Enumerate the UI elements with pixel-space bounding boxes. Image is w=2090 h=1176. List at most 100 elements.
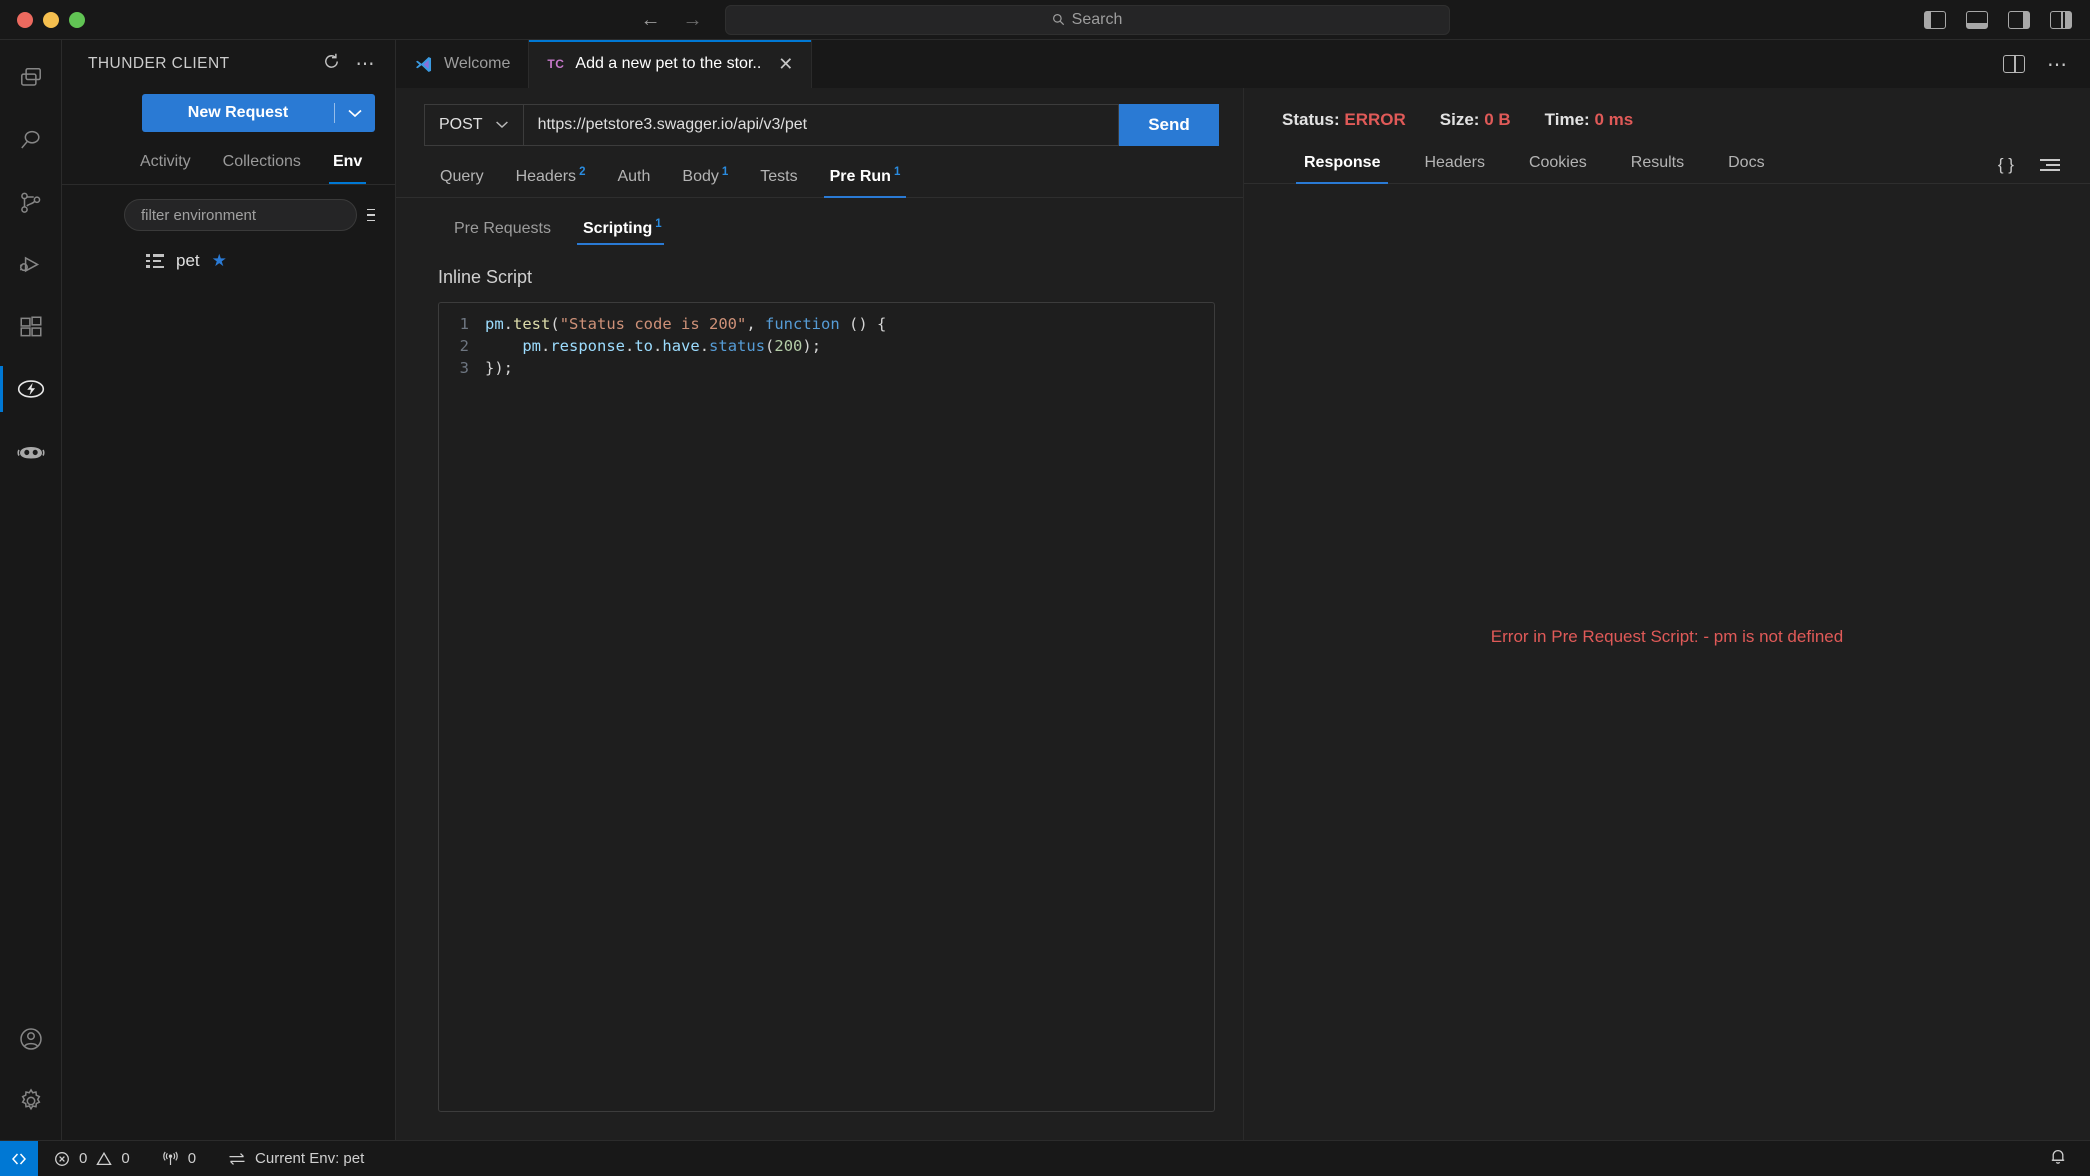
response-tab-docs[interactable]: Docs [1706, 146, 1786, 183]
request-pane: POST Send Query [396, 88, 1244, 1140]
url-input[interactable] [522, 104, 1119, 146]
environment-icon [146, 254, 164, 268]
toggle-panel-icon[interactable] [1966, 10, 1988, 29]
filter-environment-input[interactable] [124, 199, 357, 231]
activity-item-accounts[interactable] [0, 1008, 62, 1070]
problems-status[interactable]: 0 0 [38, 1150, 146, 1167]
arrow-swap-icon [229, 1152, 245, 1165]
window-controls[interactable] [0, 11, 85, 28]
inline-script-editor[interactable]: 1 pm.test("Status code is 200", function… [438, 302, 1215, 1112]
activity-item-extensions[interactable] [0, 296, 62, 358]
close-icon[interactable]: ✕ [778, 54, 793, 75]
new-request-button[interactable]: New Request [142, 94, 375, 132]
ports-status[interactable]: 0 [146, 1150, 212, 1167]
http-method-select[interactable]: POST [424, 104, 523, 146]
env-menu-icon[interactable] [367, 208, 375, 222]
pre-run-subtabs: Pre Requests Scripting 1 [396, 198, 1243, 245]
request-tab-tests[interactable]: Tests [744, 160, 813, 197]
sidebar-tab-collections[interactable]: Collections [207, 144, 317, 184]
activity-item-thunder-client[interactable] [0, 358, 62, 420]
time-group: Time: 0 ms [1545, 110, 1634, 130]
activity-item-explorer[interactable] [0, 48, 62, 110]
format-json-icon[interactable]: { } [1998, 155, 2014, 175]
error-circle-icon [55, 1151, 69, 1166]
response-tab-headers[interactable]: Headers [1402, 146, 1506, 183]
activity-item-source-control[interactable] [0, 172, 62, 234]
current-env-status[interactable]: Current Env: pet [212, 1150, 380, 1167]
request-tab-badge: 2 [579, 166, 586, 178]
sidebar-tabs: Activity Collections Env [62, 144, 395, 185]
code-line: 2 pm.response.to.have.status(200); [439, 335, 1214, 357]
response-tab-response[interactable]: Response [1282, 146, 1402, 185]
activity-item-run-and-debug[interactable] [0, 234, 62, 296]
response-pane: Status: ERROR Size: 0 B Time: 0 ms Respo… [1244, 88, 2090, 1140]
toggle-secondary-sidebar-icon[interactable] [2008, 10, 2030, 29]
editor-tab-add-a-new-pet[interactable]: TC Add a new pet to the stor.. ✕ [529, 40, 813, 88]
request-tab-query[interactable]: Query [424, 160, 500, 197]
new-request-label: New Request [187, 104, 289, 121]
send-button[interactable]: Send [1119, 104, 1219, 146]
editor-tab-welcome[interactable]: Welcome [396, 40, 530, 88]
code-line-text: pm.test("Status code is 200", function (… [485, 315, 887, 333]
more-actions-icon[interactable]: ⋯ [2047, 52, 2068, 77]
chevron-down-icon[interactable] [335, 106, 375, 121]
activity-item-copilot[interactable] [0, 420, 62, 482]
warnings-count: 0 [121, 1150, 130, 1167]
files-icon [20, 67, 41, 86]
thunder-bolt-icon [17, 380, 44, 398]
remote-window-button[interactable] [0, 1140, 38, 1176]
sidebar-tab-env[interactable]: Env [317, 144, 378, 184]
code-line: 1 pm.test("Status code is 200", function… [439, 313, 1214, 335]
size-value: 0 B [1484, 110, 1511, 129]
new-request-wrapper: New Request [62, 88, 395, 144]
search-icon [20, 130, 40, 149]
minimize-window-button[interactable] [43, 11, 59, 28]
activity-bar [0, 40, 62, 1140]
subtab-scripting[interactable]: Scripting 1 [567, 216, 678, 245]
refresh-icon[interactable] [317, 52, 345, 77]
request-tab-auth[interactable]: Auth [601, 160, 666, 197]
toggle-primary-sidebar-icon[interactable] [1924, 10, 1946, 29]
editor-area: Welcome TC Add a new pet to the stor.. ✕… [396, 40, 2090, 1140]
size-group: Size: 0 B [1440, 110, 1511, 130]
more-icon[interactable]: ⋯ [351, 53, 379, 76]
extensions-icon [19, 316, 42, 337]
status-bar: 0 0 0 Current Env: pet [0, 1140, 2090, 1176]
command-center-search[interactable]: Search [724, 4, 1450, 35]
status-label: Status: [1282, 110, 1340, 129]
response-tab-results[interactable]: Results [1609, 146, 1706, 183]
customize-layout-icon[interactable] [2050, 10, 2072, 29]
star-icon[interactable]: ★ [212, 251, 227, 271]
title-bar: ← → Search [0, 0, 2090, 40]
request-tab-body[interactable]: Body 1 [666, 160, 744, 197]
navigate-forward-button[interactable]: → [683, 10, 703, 30]
close-window-button[interactable] [17, 11, 33, 28]
split-editor-icon[interactable] [2003, 55, 2025, 73]
notifications-bell-icon[interactable] [2050, 1148, 2090, 1170]
subtab-label: Pre Requests [454, 220, 551, 237]
editor-tab-bar: Welcome TC Add a new pet to the stor.. ✕… [396, 40, 2090, 88]
request-tab-label: Body [682, 168, 719, 185]
request-tabs: Query Headers 2 Auth Body 1 Tests Pre Ru… [396, 160, 1243, 198]
run-debug-icon [19, 256, 39, 273]
radio-tower-icon [162, 1151, 178, 1165]
response-tab-cookies[interactable]: Cookies [1507, 146, 1609, 183]
vscode-logo-icon [415, 56, 432, 72]
request-tab-headers[interactable]: Headers 2 [500, 160, 602, 197]
env-list-item-pet[interactable]: pet ★ [62, 241, 395, 271]
activity-item-settings[interactable] [0, 1070, 62, 1132]
warning-triangle-icon [96, 1151, 113, 1165]
sidebar-tab-activity[interactable]: Activity [124, 144, 207, 184]
subtab-pre-requests[interactable]: Pre Requests [438, 216, 567, 245]
request-tab-badge: 1 [721, 166, 729, 178]
list-icon[interactable] [2040, 158, 2060, 172]
navigate-back-button[interactable]: ← [641, 10, 661, 30]
maximize-window-button[interactable] [69, 11, 85, 28]
thunder-client-tc-icon: TC [547, 57, 565, 71]
request-tab-label: Pre Run [829, 168, 891, 185]
http-method-value: POST [439, 116, 483, 133]
search-icon [1052, 14, 1064, 26]
filter-row [62, 185, 395, 241]
activity-item-search[interactable] [0, 110, 62, 172]
request-tab-pre-run[interactable]: Pre Run 1 [814, 160, 917, 198]
